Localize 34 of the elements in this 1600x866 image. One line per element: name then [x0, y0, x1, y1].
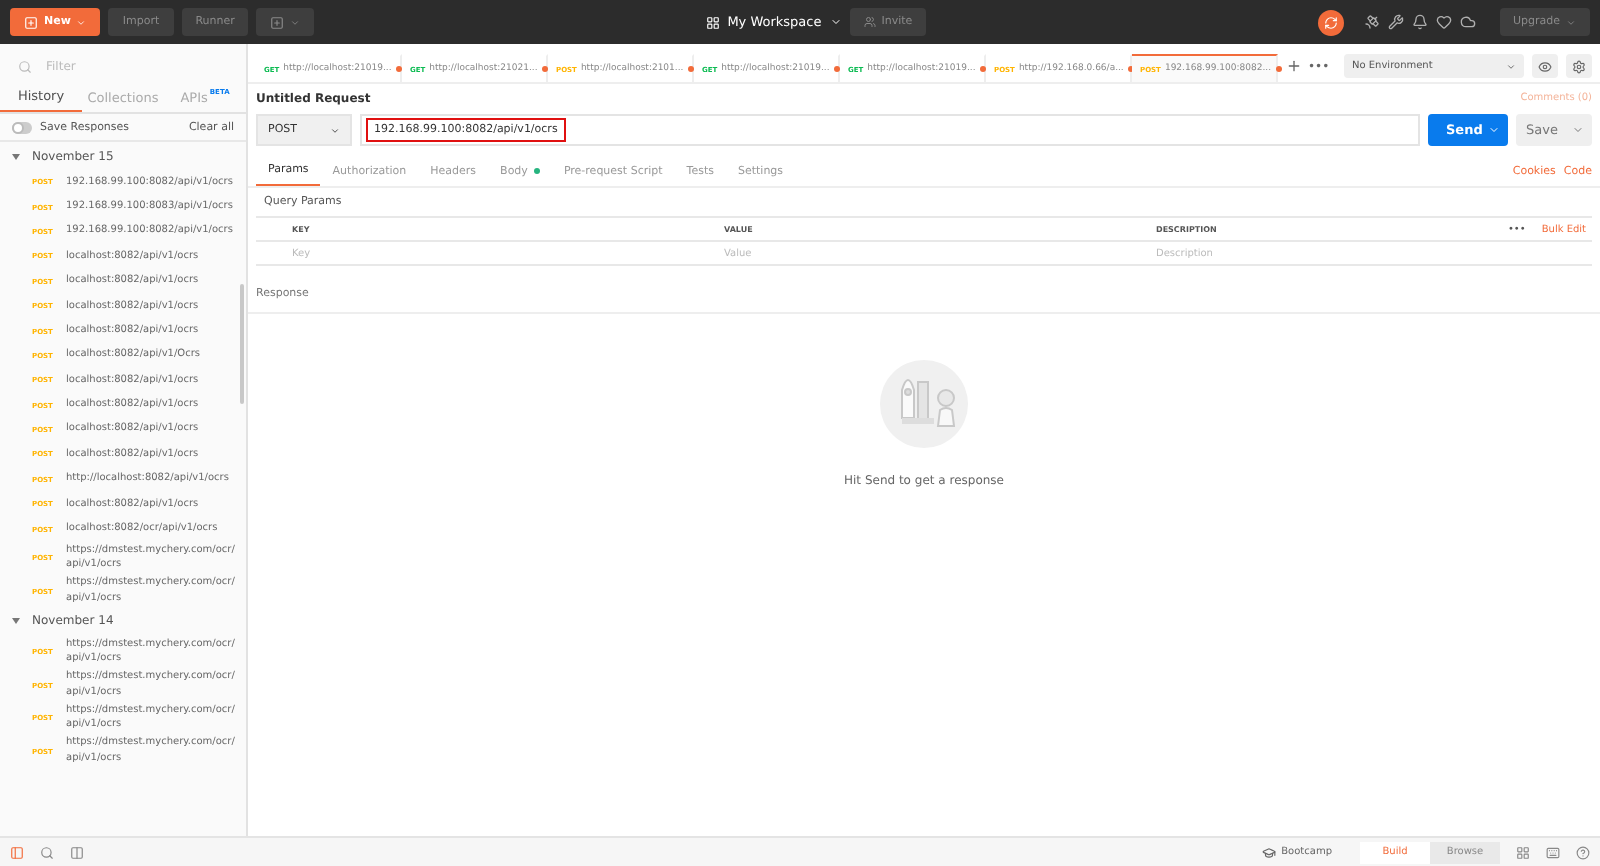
settings-icon: [1572, 59, 1586, 73]
caret-icon: [1572, 124, 1584, 136]
caret-icon: [1566, 17, 1577, 27]
sync-icon[interactable]: [1317, 9, 1343, 35]
caret-icon: [829, 16, 842, 28]
caret-icon: [330, 125, 340, 135]
wrench-icon[interactable]: [1387, 14, 1403, 30]
help-icon[interactable]: [1576, 845, 1590, 859]
users-icon: [863, 16, 876, 28]
caret-icon: [290, 17, 301, 27]
rocket-illustration-drawing: [878, 358, 970, 450]
plus-icon: [270, 15, 285, 29]
grid-icon: [705, 15, 720, 29]
save-responses-toggle[interactable]: [12, 121, 32, 133]
cloud-icon[interactable]: [1459, 14, 1475, 30]
console-icon[interactable]: [70, 845, 84, 859]
notification-icon[interactable]: [1411, 14, 1427, 30]
caret-icon: [76, 17, 87, 27]
new-window-button[interactable]: [256, 8, 315, 36]
keyboard-icon[interactable]: [1546, 845, 1560, 859]
caret-icon: [1506, 61, 1516, 71]
sidebar-toggle-icon[interactable]: [10, 845, 24, 859]
settings-button[interactable]: [1566, 54, 1592, 78]
satellite-icon[interactable]: [1363, 14, 1379, 30]
caret-icon: [1488, 124, 1500, 136]
graduation-cap-icon: [1261, 845, 1276, 859]
add-tab-icon[interactable]: [1286, 58, 1302, 74]
search-icon: [18, 59, 32, 73]
layout-icon[interactable]: [1516, 845, 1530, 859]
environment-quick-look-button[interactable]: [1532, 54, 1558, 78]
heart-icon[interactable]: [1435, 14, 1451, 30]
search-icon[interactable]: [40, 845, 54, 859]
eye-icon: [1538, 59, 1552, 73]
plus-icon: [24, 15, 38, 29]
